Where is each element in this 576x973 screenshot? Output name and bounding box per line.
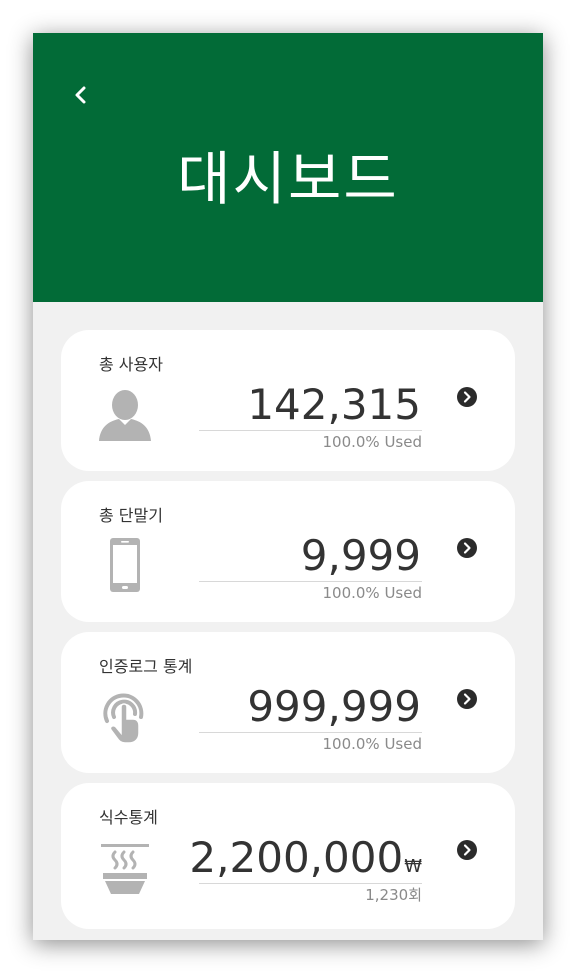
chevron-right-icon[interactable] (457, 538, 477, 558)
chevron-right-icon[interactable] (457, 840, 477, 860)
card-auth-log-stats[interactable]: 인증로그 통계 999,999 100.0% Used (61, 632, 515, 773)
card-total-users[interactable]: 총 사용자 142,315 100.0% Used (61, 330, 515, 471)
smartphone-icon (97, 536, 153, 594)
header: 대시보드 (33, 33, 543, 302)
chevron-right-icon[interactable] (457, 387, 477, 407)
page-title: 대시보드 (177, 145, 399, 213)
divider (199, 883, 422, 884)
divider (199, 430, 422, 431)
card-title: 인증로그 통계 (99, 657, 193, 676)
divider (199, 581, 422, 582)
card-title: 총 단말기 (99, 506, 163, 525)
chevron-right-icon[interactable] (457, 689, 477, 709)
card-subtext: 100.0% Used (322, 735, 422, 753)
noodle-bowl-icon (97, 838, 153, 896)
card-meal-stats[interactable]: 식수통계 2,200,000₩ 1,230회 (61, 783, 515, 929)
app-screen: 대시보드 총 사용자 142,315 100.0% Used 총 단말기 9,9… (33, 33, 543, 940)
card-subtext: 100.0% Used (322, 584, 422, 602)
card-total-devices[interactable]: 총 단말기 9,999 100.0% Used (61, 481, 515, 622)
chevron-left-icon (75, 86, 86, 104)
card-subtext: 100.0% Used (322, 433, 422, 451)
back-button[interactable] (69, 83, 93, 107)
touch-icon (97, 687, 153, 745)
card-title: 총 사용자 (99, 355, 163, 374)
card-title: 식수통계 (99, 808, 158, 827)
user-icon (97, 385, 153, 443)
divider (199, 732, 422, 733)
card-subtext: 1,230회 (365, 886, 422, 904)
